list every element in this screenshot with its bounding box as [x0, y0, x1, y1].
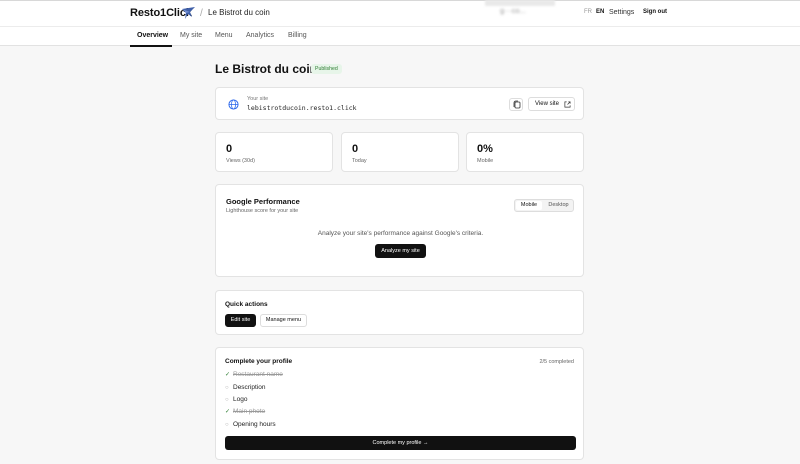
- stat-card-views: 0 Views (30d): [215, 132, 333, 172]
- language-fr[interactable]: FR: [584, 9, 592, 15]
- circle-icon: ○: [225, 422, 229, 428]
- toggle-mobile[interactable]: Mobile: [516, 201, 542, 210]
- performance-title: Google Performance: [226, 197, 300, 206]
- profile-item-label: Description: [233, 384, 266, 391]
- tab-my-site[interactable]: My site: [180, 32, 202, 39]
- toggle-desktop[interactable]: Desktop: [545, 201, 572, 210]
- stat-value: 0%: [477, 143, 493, 155]
- stat-label: Views (30d): [226, 158, 255, 164]
- profile-title: Complete your profile: [225, 358, 293, 365]
- tab-billing[interactable]: Billing: [288, 32, 307, 39]
- sign-out-button[interactable]: Sign out: [643, 9, 667, 15]
- check-icon: ✓: [225, 372, 231, 378]
- stat-card-mobile: 0% Mobile: [466, 132, 584, 172]
- tab-menu[interactable]: Menu: [215, 32, 233, 39]
- breadcrumb-separator: /: [200, 8, 203, 19]
- stat-value: 0: [352, 143, 359, 155]
- tab-overview[interactable]: Overview: [137, 32, 168, 39]
- site-card: Your site lebistrotducoin.resto1.click V…: [215, 87, 584, 120]
- external-link-icon: [564, 101, 571, 108]
- profile-card: Complete your profile 2/5 completed ✓ Res…: [215, 347, 584, 460]
- device-toggle: Mobile Desktop: [514, 199, 574, 212]
- performance-subtitle: Lighthouse score for your site: [226, 208, 299, 214]
- site-label: Your site: [247, 96, 269, 102]
- settings-link[interactable]: Settings: [609, 9, 634, 16]
- profile-item-label: Restaurant name: [233, 371, 283, 378]
- complete-profile-button[interactable]: Complete my profile →: [225, 436, 576, 450]
- page-title: Le Bistrot du coin: [215, 62, 317, 76]
- profile-item-label: Logo: [233, 396, 248, 403]
- quick-actions-card: Quick actions Edit site Manage menu: [215, 290, 584, 335]
- tab-bar: Overview My site Menu Analytics Billing: [0, 26, 800, 47]
- circle-icon: ○: [225, 397, 229, 403]
- top-bar: Resto1Click / Le Bistrot du coin g···co.…: [0, 0, 800, 26]
- top-divider: [0, 0, 800, 1]
- performance-card: Google Performance Lighthouse score for …: [215, 184, 584, 277]
- view-site-label: View site: [535, 101, 559, 107]
- analyze-button[interactable]: Analyze my site: [375, 244, 426, 258]
- stat-label: Mobile: [477, 158, 494, 164]
- manage-menu-button[interactable]: Manage menu: [260, 314, 307, 327]
- breadcrumb-site-name[interactable]: Le Bistrot du coin: [208, 8, 270, 17]
- copy-url-button[interactable]: [509, 98, 523, 111]
- globe-icon: [228, 99, 239, 110]
- circle-icon: ○: [225, 385, 229, 391]
- site-url: lebistrotducoin.resto1.click: [247, 104, 357, 112]
- profile-item-label: Opening hours: [233, 421, 276, 428]
- status-badge: Published: [311, 64, 342, 74]
- profile-item[interactable]: ○ Opening hours: [225, 421, 276, 431]
- profile-progress: 2/5 completed: [539, 359, 574, 365]
- performance-message: Analyze your site's performance against …: [317, 230, 484, 237]
- profile-item[interactable]: ✓ Restaurant name: [225, 371, 283, 381]
- profile-item[interactable]: ✓ Main photo: [225, 408, 265, 418]
- stat-card-today: 0 Today: [341, 132, 459, 172]
- quick-actions-title: Quick actions: [225, 301, 268, 308]
- view-site-button[interactable]: View site: [528, 97, 575, 111]
- account-email: g···co...: [500, 6, 526, 15]
- language-en[interactable]: EN: [596, 9, 604, 15]
- bird-logo-icon: [182, 7, 195, 19]
- edit-site-button[interactable]: Edit site: [225, 314, 256, 327]
- tab-analytics[interactable]: Analytics: [246, 32, 274, 39]
- profile-item-label: Main photo: [233, 408, 266, 415]
- copy-icon: [513, 100, 521, 109]
- stat-value: 0: [226, 143, 233, 155]
- stat-label: Today: [352, 158, 367, 164]
- check-icon: ✓: [225, 409, 231, 415]
- active-tab-indicator: [130, 45, 172, 47]
- profile-item[interactable]: ○ Description: [225, 384, 266, 394]
- profile-item[interactable]: ○ Logo: [225, 396, 247, 406]
